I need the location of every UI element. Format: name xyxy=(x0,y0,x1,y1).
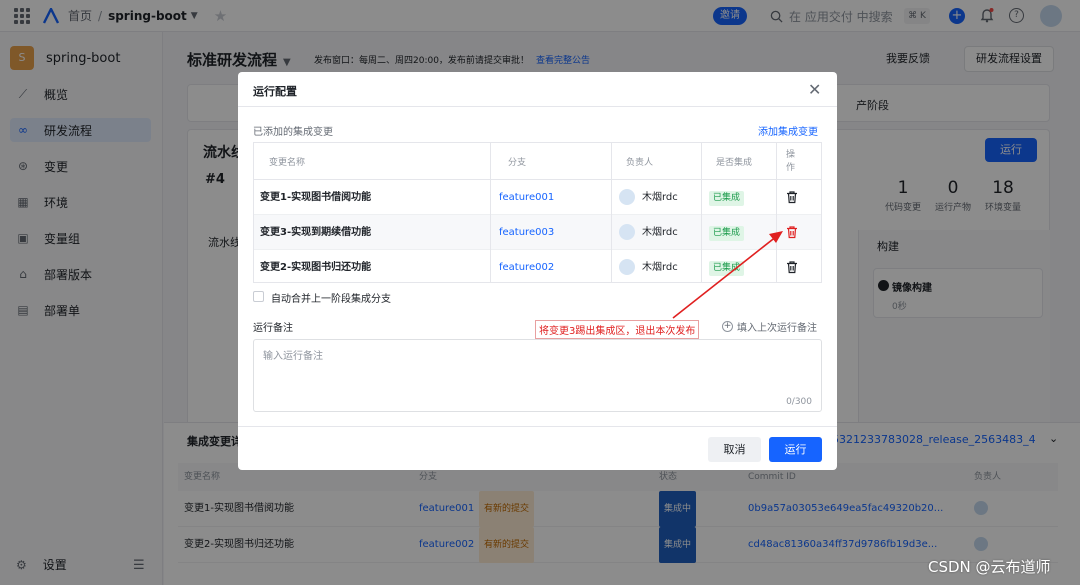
trash-icon[interactable] xyxy=(785,260,799,274)
status-badge: 已集成 xyxy=(709,261,745,276)
avatar xyxy=(619,224,635,240)
run-button[interactable]: 运行 xyxy=(769,437,822,462)
avatar xyxy=(619,189,635,205)
table-row: 变更1-实现图书借阅功能 feature001 木烟rdc 已集成 xyxy=(254,180,821,215)
run-note-textarea[interactable]: 输入运行备注 0/300 xyxy=(253,339,822,412)
close-icon[interactable]: ✕ xyxy=(808,80,821,99)
trash-icon[interactable] xyxy=(785,190,799,204)
annotation-callout: 将变更3踢出集成区，退出本次发布 xyxy=(535,320,700,339)
column-divider xyxy=(611,143,612,282)
table-row: 变更3-实现到期续借功能 feature003 木烟rdc 已集成 xyxy=(254,215,821,250)
table-header: 变更名称 分支 负责人 是否集成 操作 xyxy=(254,143,821,180)
column-divider xyxy=(490,143,491,282)
avatar xyxy=(619,259,635,275)
status-badge: 已集成 xyxy=(709,191,745,206)
table-row: 变更2-实现图书归还功能 feature002 木烟rdc 已集成 xyxy=(254,250,821,285)
plus-circle-icon: + xyxy=(722,321,733,332)
run-config-dialog: 运行配置 ✕ 已添加的集成变更 添加集成变更 变更名称 分支 负责人 是否集成 … xyxy=(238,72,837,470)
dialog-title: 运行配置 xyxy=(253,85,297,98)
integration-changes-table: 变更名称 分支 负责人 是否集成 操作 变更1-实现图书借阅功能 feature… xyxy=(253,142,822,283)
auto-merge-label[interactable]: 自动合并上一阶段集成分支 xyxy=(271,290,391,305)
textarea-placeholder: 输入运行备注 xyxy=(263,351,323,362)
fill-previous-note-button[interactable]: + 填入上次运行备注 xyxy=(722,319,817,334)
note-label: 运行备注 xyxy=(253,323,293,334)
trash-icon[interactable] xyxy=(785,225,799,239)
column-divider xyxy=(701,143,702,282)
cancel-button[interactable]: 取消 xyxy=(708,437,761,462)
status-badge: 已集成 xyxy=(709,226,745,241)
add-integration-change-link[interactable]: 添加集成变更 xyxy=(758,123,818,138)
auto-merge-checkbox[interactable] xyxy=(253,291,264,302)
divider xyxy=(238,106,837,107)
divider xyxy=(238,426,837,427)
char-counter: 0/300 xyxy=(786,397,812,407)
watermark: CSDN @云布道师 xyxy=(928,558,1051,576)
section-label: 已添加的集成变更 xyxy=(253,127,333,138)
column-divider xyxy=(776,143,777,282)
